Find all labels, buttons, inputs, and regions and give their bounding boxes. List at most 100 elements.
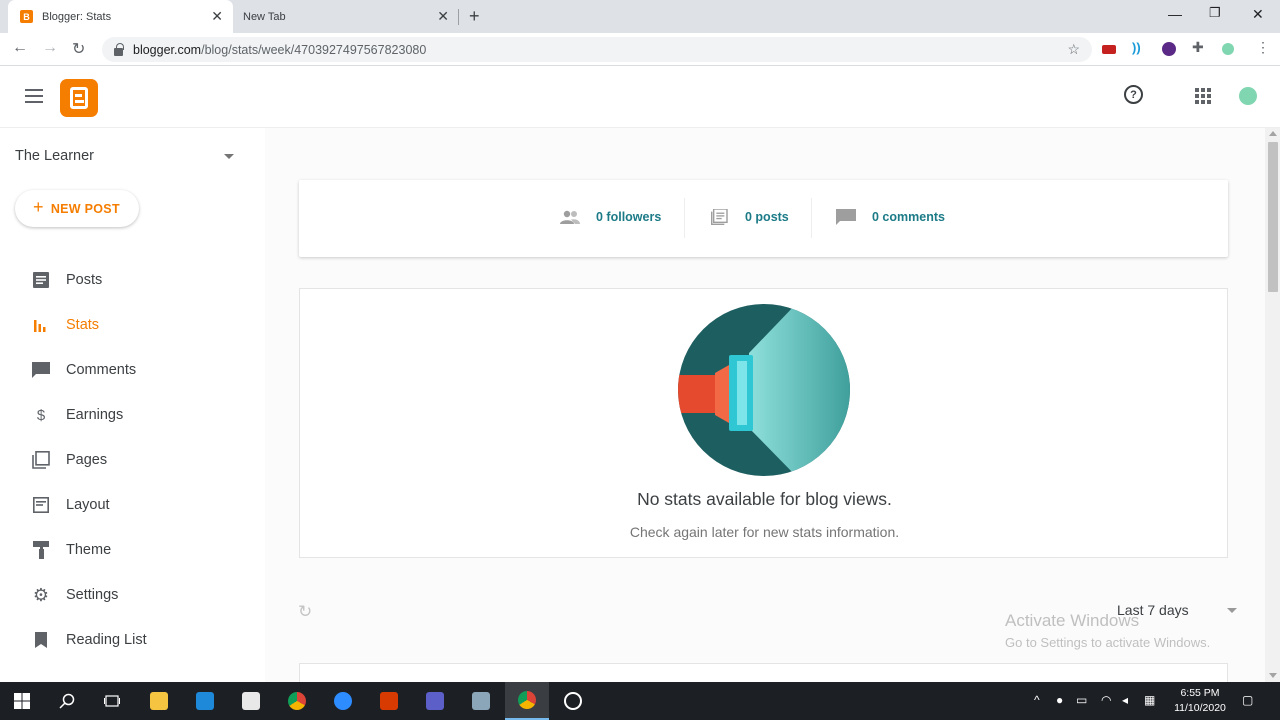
extension-red-icon[interactable] (1102, 45, 1116, 54)
layout-icon (32, 496, 50, 514)
new-post-label: NEW POST (50, 201, 120, 216)
help-icon[interactable]: ? (1124, 85, 1143, 104)
apps-grid-icon[interactable] (1195, 88, 1211, 104)
file-explorer-icon[interactable] (137, 682, 181, 720)
flashlight-illustration-icon (678, 304, 850, 476)
blogger-favicon-icon: B (20, 10, 33, 23)
bookmark-star-icon[interactable]: ☆ (1067, 41, 1080, 58)
main-content: 0 followers 0 posts 0 comments No stats … (265, 128, 1265, 693)
watermark-line-2: Go to Settings to activate Windows. (1005, 635, 1211, 650)
posts-stat[interactable]: 0 posts (709, 209, 789, 225)
empty-title: No stats available for blog views. (637, 489, 892, 509)
sidebar-item-comments[interactable]: Comments (0, 350, 264, 390)
sidebar-item-theme[interactable]: Theme (0, 530, 264, 570)
blogger-logo[interactable] (60, 79, 98, 117)
search-icon[interactable] (45, 682, 89, 720)
chrome-icon[interactable] (275, 682, 319, 720)
stats-icon (32, 316, 50, 334)
sidebar-item-layout[interactable]: Layout (0, 485, 264, 525)
sidebar-item-label: Reading List (66, 632, 147, 648)
clock-app-icon[interactable] (551, 682, 595, 720)
sidebar-item-settings[interactable]: ⚙ Settings (0, 575, 264, 615)
maximize-icon[interactable]: ❐ (1209, 5, 1221, 21)
posts-count: 0 posts (745, 210, 789, 224)
menu-icon[interactable] (25, 89, 43, 103)
pages-icon (32, 451, 50, 469)
scroll-thumb[interactable] (1268, 142, 1278, 292)
refresh-icon[interactable]: ↻ (298, 602, 312, 622)
avatar[interactable] (1239, 87, 1257, 105)
followers-stat[interactable]: 0 followers (560, 209, 661, 225)
comments-count: 0 comments (872, 210, 945, 224)
tab-blogger-stats[interactable]: B Blogger: Stats ✕ (8, 0, 233, 33)
chrome-active-icon[interactable] (505, 682, 549, 720)
stat-divider (811, 198, 812, 238)
sidebar-item-earnings[interactable]: $ Earnings (0, 395, 264, 435)
url-domain: blogger.com (133, 42, 202, 57)
tab-close-icon[interactable]: ✕ (437, 9, 449, 23)
windows-taskbar: ^ ● ▭ ◠ ◂ ▦ 6:55 PM 11/10/2020 ▢ (0, 682, 1280, 720)
sidebar: The Learner + NEW POST Posts Stats Comme… (0, 128, 264, 682)
theme-icon (32, 541, 50, 559)
tab-close-icon[interactable]: ✕ (211, 9, 223, 23)
extension-audio-icon[interactable]: )) (1132, 40, 1146, 55)
battery-icon[interactable]: ▭ (1076, 693, 1087, 707)
minimize-icon[interactable]: — (1168, 6, 1182, 22)
windows-start-icon[interactable] (0, 682, 44, 720)
scroll-up-icon[interactable] (1269, 131, 1277, 136)
sidebar-item-posts[interactable]: Posts (0, 260, 264, 300)
blog-selector[interactable]: The Learner (15, 148, 94, 164)
tab-new-tab[interactable]: New Tab ✕ (234, 0, 459, 33)
blogger-header: ? (0, 67, 1280, 128)
scroll-down-icon[interactable] (1269, 673, 1277, 678)
sidebar-item-stats[interactable]: Stats (0, 305, 264, 345)
vscode-icon[interactable] (183, 682, 227, 720)
new-tab-plus-icon[interactable]: + (469, 6, 480, 27)
blog-selector-caret-icon[interactable] (224, 154, 234, 159)
sidebar-item-label: Settings (66, 587, 119, 603)
teams-icon[interactable] (413, 682, 457, 720)
app-icon[interactable] (459, 682, 503, 720)
notepad-icon[interactable] (229, 682, 273, 720)
more-menu-icon[interactable]: ⋮ (1256, 39, 1270, 55)
sidebar-item-label: Stats (66, 317, 100, 333)
browser-tab-strip: B Blogger: Stats ✕ New Tab ✕ + — ❐ ✕ (0, 0, 1280, 33)
page-scrollbar[interactable] (1265, 128, 1280, 682)
sidebar-item-label: Earnings (66, 407, 124, 423)
tray-chevron-icon[interactable]: ^ (1034, 693, 1040, 707)
office-icon[interactable] (367, 682, 411, 720)
empty-stats-card: No stats available for blog views. Check… (299, 288, 1228, 558)
reload-icon[interactable]: ↻ (72, 39, 85, 59)
zoom-icon[interactable] (321, 682, 365, 720)
sidebar-item-label: Layout (66, 497, 110, 513)
profile-icon[interactable] (1222, 43, 1234, 55)
comments-icon (32, 361, 50, 379)
volume-icon[interactable]: ◂ (1122, 693, 1128, 707)
extensions-puzzle-icon[interactable]: ✚ (1192, 39, 1206, 55)
followers-icon (560, 210, 580, 224)
system-clock[interactable]: 6:55 PM 11/10/2020 (1172, 686, 1228, 716)
sidebar-item-reading-list[interactable]: Reading List (0, 620, 264, 660)
microphone-icon[interactable]: ● (1056, 693, 1063, 707)
forward-arrow-icon[interactable]: → (42, 39, 58, 57)
gear-icon: ⚙ (32, 584, 50, 605)
notifications-icon[interactable]: ▢ (1242, 693, 1253, 707)
range-caret-icon[interactable] (1227, 608, 1237, 613)
back-arrow-icon[interactable]: ← (12, 39, 28, 57)
address-bar[interactable]: blogger.com/blog/stats/week/470392749756… (102, 37, 1092, 62)
posts-icon (32, 271, 50, 289)
bookmark-icon (32, 631, 50, 649)
stat-divider (684, 198, 685, 238)
tab-title: Blogger: Stats (42, 10, 112, 23)
comments-stat[interactable]: 0 comments (836, 209, 945, 225)
url-path: /blog/stats/week/4703927497567823080 (201, 42, 427, 57)
sidebar-item-pages[interactable]: Pages (0, 440, 264, 480)
keyboard-icon[interactable]: ▦ (1144, 693, 1155, 707)
new-post-button[interactable]: + NEW POST (15, 190, 139, 227)
window-close-icon[interactable]: ✕ (1252, 6, 1264, 23)
sidebar-item-label: Theme (66, 542, 112, 558)
task-view-icon[interactable] (90, 682, 134, 720)
extension-purple-icon[interactable] (1162, 42, 1176, 56)
tab-divider (458, 9, 459, 25)
wifi-icon[interactable]: ◠ (1101, 693, 1111, 707)
